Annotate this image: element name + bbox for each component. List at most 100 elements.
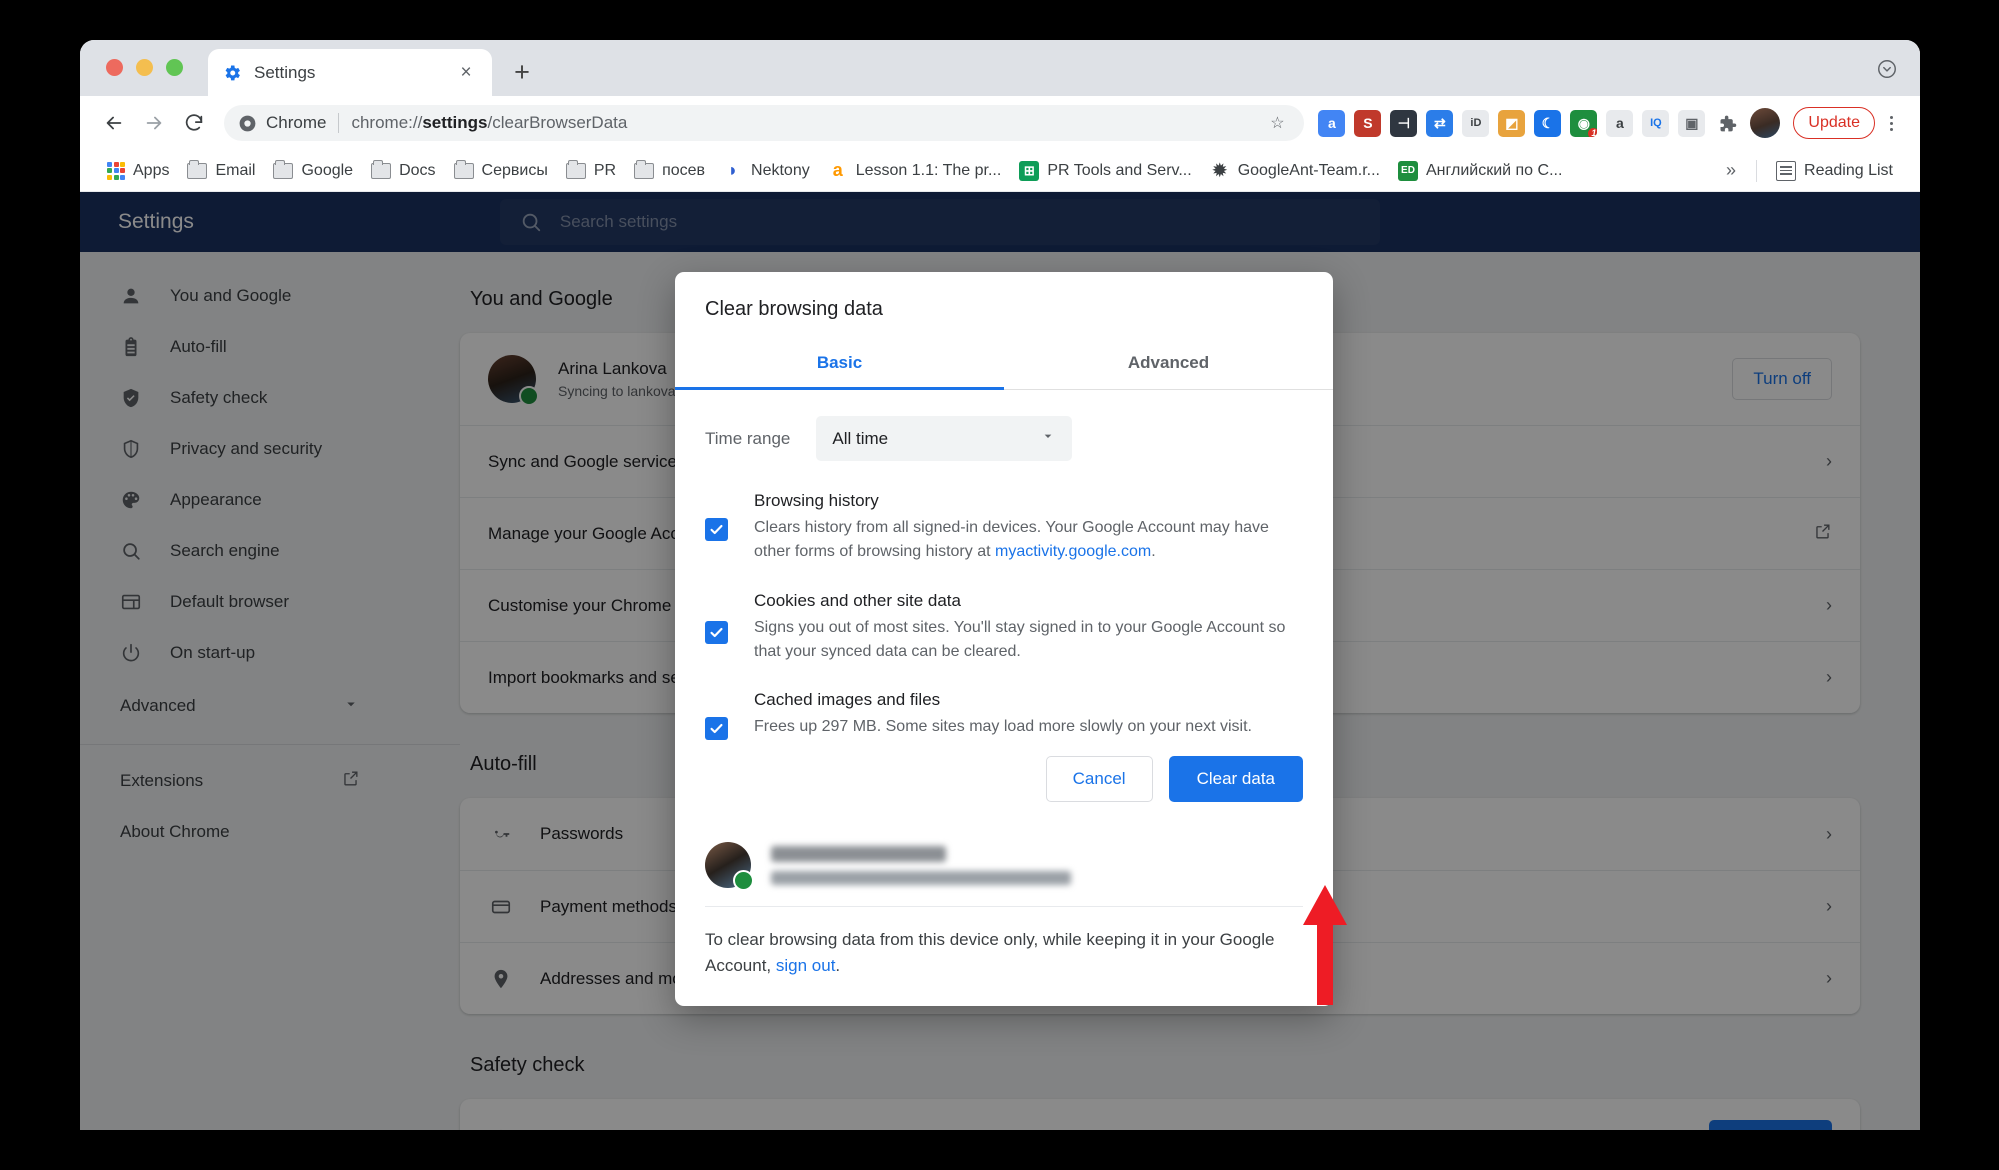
apps-grid-icon bbox=[107, 161, 125, 180]
extension-a2-icon[interactable]: a bbox=[1606, 109, 1634, 137]
extension-a-icon[interactable]: a bbox=[1318, 109, 1346, 137]
browser-toolbar: Chrome chrome://settings/clearBrowserDat… bbox=[80, 96, 1920, 150]
bookmark-label: Сервисы bbox=[481, 161, 548, 179]
bookmark-label: PR bbox=[593, 161, 617, 179]
address-bar[interactable]: Chrome chrome://settings/clearBrowserDat… bbox=[224, 105, 1305, 141]
extension-badge-count: 1 bbox=[1588, 127, 1598, 137]
bookmark-servisy[interactable]: Сервисы bbox=[445, 155, 557, 187]
bookmark-apps[interactable]: Apps bbox=[98, 155, 178, 187]
extension-chart-icon[interactable]: ⊣ bbox=[1390, 109, 1418, 137]
window-controls[interactable] bbox=[106, 59, 183, 76]
footer-account-text: Arina Lankova Syncing to lankova982@gmai… bbox=[771, 845, 1303, 885]
extension-box-icon[interactable]: ▣ bbox=[1678, 109, 1706, 137]
url-text: chrome://settings/clearBrowserData bbox=[351, 113, 628, 132]
sheets-icon: ⊞ bbox=[1019, 160, 1040, 181]
tab-advanced[interactable]: Advanced bbox=[1004, 339, 1333, 389]
dialog-footer-account: Arina Lankova Syncing to lankova982@gmai… bbox=[675, 828, 1333, 906]
bookmark-star-icon[interactable]: ☆ bbox=[1264, 110, 1290, 136]
folder-icon bbox=[565, 159, 586, 179]
clear-data-button[interactable]: Clear data bbox=[1168, 756, 1303, 802]
option-title: Cookies and other site data bbox=[754, 590, 961, 610]
extension-puzzle-icon[interactable] bbox=[1714, 110, 1741, 137]
cancel-button[interactable]: Cancel bbox=[1045, 756, 1153, 802]
annotation-arrow bbox=[1302, 885, 1348, 1010]
bookmark-label: PR Tools and Serv... bbox=[1047, 161, 1192, 179]
chrome-menu-button[interactable] bbox=[1878, 115, 1904, 131]
extension-moon-icon[interactable]: ☾ bbox=[1534, 109, 1562, 137]
bookmark-label: Lesson 1.1: The pr... bbox=[855, 161, 1002, 179]
footer-account-sync-status: Syncing to lankova982@gmail.com bbox=[771, 870, 1071, 885]
bookmark-pr-tools[interactable]: ⊞ PR Tools and Serv... bbox=[1010, 155, 1200, 187]
profile-avatar[interactable] bbox=[1750, 108, 1781, 138]
bookmark-label: Nektony bbox=[751, 161, 810, 179]
minimize-window-button[interactable] bbox=[136, 59, 153, 76]
extension-translate-icon[interactable]: ⇄ bbox=[1426, 109, 1454, 137]
time-range-label: Time range bbox=[705, 428, 791, 448]
checkbox-cookies-and-site-data[interactable] bbox=[705, 620, 728, 644]
checkbox-browsing-history[interactable] bbox=[705, 518, 728, 541]
bookmark-googleant[interactable]: ✹ GoogleAnt-Team.r... bbox=[1201, 155, 1389, 187]
bookmark-label: Email bbox=[215, 161, 256, 179]
extension-graph-icon[interactable]: ◩ bbox=[1498, 109, 1526, 137]
dialog-title: Clear browsing data bbox=[705, 298, 883, 320]
folder-icon bbox=[273, 159, 294, 179]
origin-chip: Chrome bbox=[238, 113, 340, 133]
bookmark-email[interactable]: Email bbox=[178, 155, 264, 187]
chevron-down-icon bbox=[1040, 428, 1056, 449]
extension-badge-icon[interactable]: ◉ 1 bbox=[1570, 109, 1598, 137]
bookmark-posev[interactable]: посев bbox=[625, 155, 714, 187]
chrome-logo-icon bbox=[239, 115, 256, 131]
bookmark-lesson[interactable]: a Lesson 1.1: The pr... bbox=[819, 155, 1011, 187]
bookmark-pr[interactable]: PR bbox=[557, 155, 625, 187]
tab-search-icon[interactable] bbox=[1872, 54, 1902, 84]
bookmarks-overflow-button[interactable]: » bbox=[1716, 160, 1746, 181]
dialog-body: Time range All time Browsing history Cle… bbox=[675, 390, 1333, 750]
option-description: Frees up 297 MB. Some sites may load mor… bbox=[754, 718, 1252, 736]
forward-button[interactable] bbox=[136, 105, 172, 141]
origin-chip-label: Chrome bbox=[266, 113, 327, 132]
bookmark-label: GoogleAnt-Team.r... bbox=[1237, 161, 1380, 179]
dialog-tabs: Basic Advanced bbox=[675, 339, 1333, 390]
option-title: Browsing history bbox=[754, 491, 879, 510]
maximize-window-button[interactable] bbox=[166, 59, 183, 76]
globe-icon: ✹ bbox=[1212, 160, 1227, 180]
time-range-value: All time bbox=[832, 428, 889, 448]
option-cached-images-and-files[interactable]: Cached images and files Frees up 297 MB.… bbox=[705, 690, 1303, 741]
reading-list-button[interactable]: Reading List bbox=[1767, 155, 1902, 187]
myactivity-link[interactable]: myactivity.google.com bbox=[995, 543, 1151, 560]
update-button[interactable]: Update bbox=[1793, 107, 1875, 139]
tab-strip: Settings × + bbox=[80, 40, 1920, 96]
clear-browsing-data-dialog: Clear browsing data Basic Advanced Time … bbox=[675, 272, 1333, 1006]
nektony-icon: ◗ bbox=[727, 160, 739, 180]
bookmark-google[interactable]: Google bbox=[264, 155, 362, 187]
extension-s-icon[interactable]: S bbox=[1354, 109, 1382, 137]
option-cookies-and-site-data[interactable]: Cookies and other site data Signs you ou… bbox=[705, 591, 1303, 665]
close-window-button[interactable] bbox=[106, 59, 123, 76]
extension-id-icon[interactable]: iD bbox=[1462, 109, 1490, 137]
extension-iq-icon[interactable]: IQ bbox=[1642, 109, 1670, 137]
sign-out-link[interactable]: sign out bbox=[776, 956, 836, 975]
back-button[interactable] bbox=[96, 105, 132, 141]
reading-list-label: Reading List bbox=[1804, 161, 1893, 179]
bookmark-label: Docs bbox=[399, 161, 436, 179]
bookmark-english[interactable]: ED Английский по С... bbox=[1389, 155, 1571, 187]
reload-button[interactable] bbox=[176, 105, 212, 141]
tab-settings[interactable]: Settings × bbox=[208, 49, 492, 96]
close-icon[interactable]: × bbox=[454, 61, 478, 85]
bookmark-label: посев bbox=[662, 161, 706, 179]
option-text: Browsing history Clears history from all… bbox=[754, 491, 1303, 565]
option-text: Cached images and files Frees up 297 MB.… bbox=[754, 690, 1303, 739]
new-tab-button[interactable]: + bbox=[504, 54, 540, 90]
time-range-field: Time range All time bbox=[705, 416, 1303, 461]
option-description: Signs you out of most sites. You'll stay… bbox=[754, 618, 1286, 660]
settings-gear-icon bbox=[222, 63, 242, 83]
amazon-icon: a bbox=[832, 160, 843, 180]
screenshot-root: Settings × + Chrome chrome://settings/cl… bbox=[0, 0, 1999, 1170]
option-browsing-history[interactable]: Browsing history Clears history from all… bbox=[705, 491, 1303, 565]
bookmark-nektony[interactable]: ◗ Nektony bbox=[714, 155, 819, 187]
bookmark-label: Английский по С... bbox=[1425, 161, 1563, 179]
tab-basic[interactable]: Basic bbox=[675, 339, 1004, 389]
checkbox-cached-images-and-files[interactable] bbox=[705, 717, 728, 741]
bookmark-docs[interactable]: Docs bbox=[362, 155, 444, 187]
time-range-select[interactable]: All time bbox=[816, 416, 1073, 461]
